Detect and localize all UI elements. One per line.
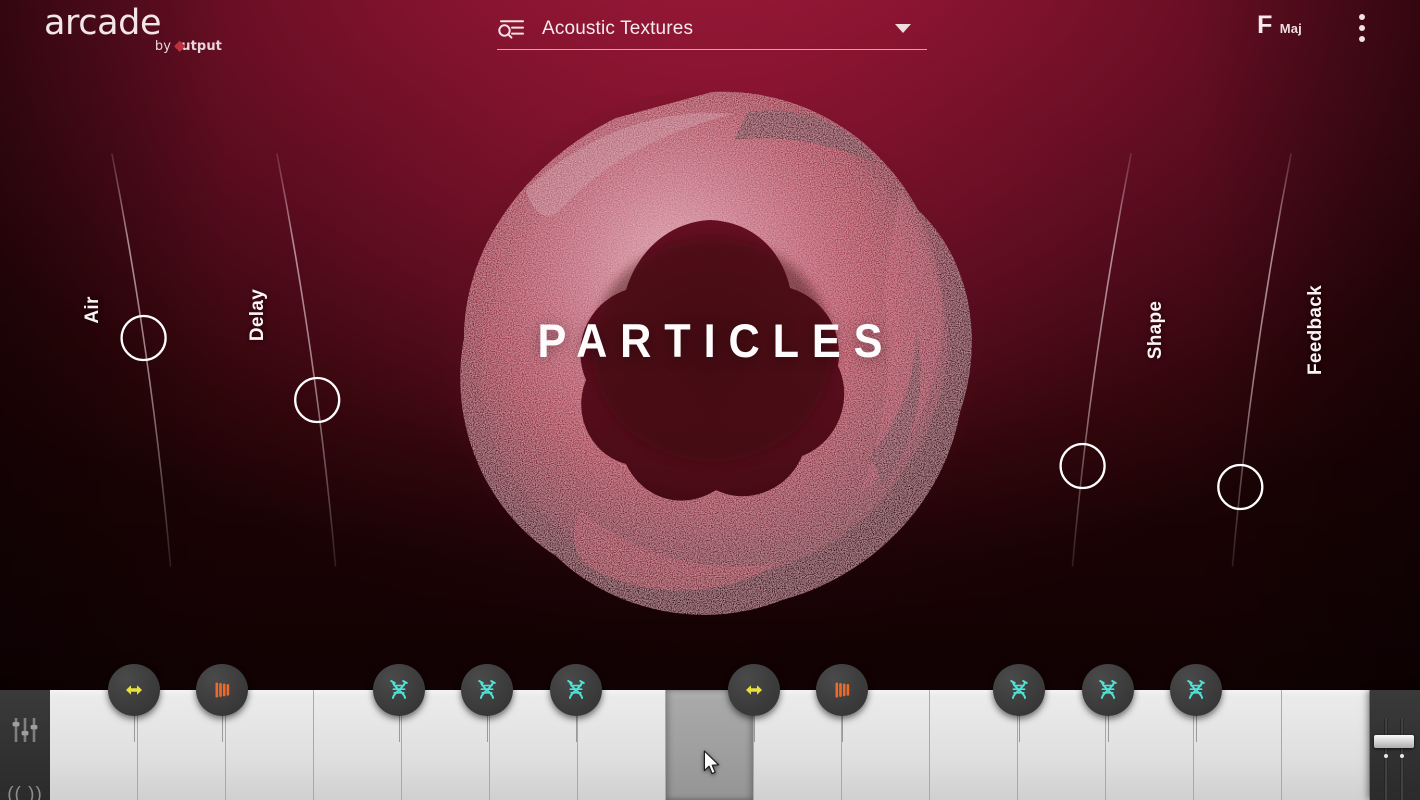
byline-by: by — [154, 39, 172, 54]
note-badge-8[interactable] — [993, 664, 1045, 716]
macro-curve — [276, 153, 337, 567]
macro-label: Feedback — [1305, 284, 1326, 376]
key-root-label: F — [1257, 11, 1273, 39]
macro-track[interactable] — [78, 150, 198, 570]
kebab-dot-3 — [1359, 36, 1365, 42]
macro-curve — [1071, 153, 1132, 567]
brand-byline: by utput — [155, 39, 222, 54]
macro-track[interactable] — [1045, 150, 1165, 570]
bidirectional-arrow-icon — [126, 685, 142, 695]
keyboard-zone: (( )) — [0, 664, 1420, 800]
macro-slider-delay[interactable]: Delay — [243, 150, 363, 570]
dna-icon — [478, 680, 496, 699]
mod-wheel-dot — [1400, 754, 1404, 758]
pitch-wheel-dot — [1384, 754, 1388, 758]
kebab-dot-1 — [1359, 14, 1365, 20]
wave-glyph-icon: (( )) — [7, 784, 43, 800]
note-badge-10[interactable] — [1170, 664, 1222, 716]
key-quality-label: Maj — [1279, 21, 1302, 36]
macro-label: Delay — [247, 288, 268, 342]
macro-slider-shape[interactable]: Shape — [1045, 150, 1166, 570]
left-control-panel[interactable]: (( )) — [0, 690, 50, 800]
mod-wheel-track[interactable] — [1400, 718, 1404, 800]
note-badge-9[interactable] — [1082, 664, 1134, 716]
note-badge-6[interactable] — [728, 664, 780, 716]
top-header: arcade by utput Acoustic Textures F Maj — [0, 0, 1420, 62]
bidirectional-arrow-icon — [746, 685, 762, 695]
macro-label: Air — [82, 296, 103, 324]
key-signature-readout[interactable]: F Maj — [1257, 11, 1302, 40]
pitch-mod-wheels[interactable] — [1374, 718, 1415, 800]
arcade-plugin-window: PARTICLES arcade by utput Acoustic Textu… — [0, 0, 1420, 800]
preset-name-label: Acoustic Textures — [542, 17, 694, 39]
note-badge-5[interactable] — [550, 664, 602, 716]
note-badge-7[interactable] — [816, 664, 868, 716]
dna-icon — [1187, 680, 1205, 699]
note-badge-2[interactable] — [196, 664, 248, 716]
macro-curve — [1231, 153, 1292, 567]
macro-track[interactable] — [243, 150, 363, 570]
note-badge-3[interactable] — [373, 664, 425, 716]
piano-key[interactable] — [1282, 690, 1370, 800]
note-badge-4[interactable] — [461, 664, 513, 716]
macro-slider-air[interactable]: Air — [78, 150, 198, 570]
pitch-wheel-track[interactable] — [1384, 718, 1388, 800]
brand-logo: arcade by utput — [44, 6, 224, 58]
mixer-sliders-icon — [12, 718, 38, 742]
dna-icon — [567, 680, 585, 699]
wheel-handle[interactable] — [1374, 735, 1414, 748]
piano-keyboard[interactable] — [50, 690, 1370, 800]
macro-slider-feedback[interactable]: Feedback — [1205, 150, 1326, 570]
kebab-dot-2 — [1359, 25, 1365, 31]
preset-browser-bar[interactable]: Acoustic Textures — [497, 8, 927, 50]
dna-icon — [390, 680, 408, 699]
brand-name: arcade — [44, 3, 162, 43]
bars-icon — [215, 682, 230, 698]
right-control-panel[interactable] — [1370, 690, 1420, 800]
macro-label: Shape — [1145, 300, 1166, 360]
byline-company: utput — [181, 39, 222, 54]
bars-icon — [835, 682, 850, 698]
kebab-menu-icon[interactable] — [1350, 12, 1374, 44]
dna-icon — [1010, 680, 1028, 699]
search-list-icon — [498, 19, 524, 39]
note-badge-1[interactable] — [108, 664, 160, 716]
dna-icon — [1099, 680, 1117, 699]
chevron-down-icon[interactable] — [895, 24, 911, 33]
